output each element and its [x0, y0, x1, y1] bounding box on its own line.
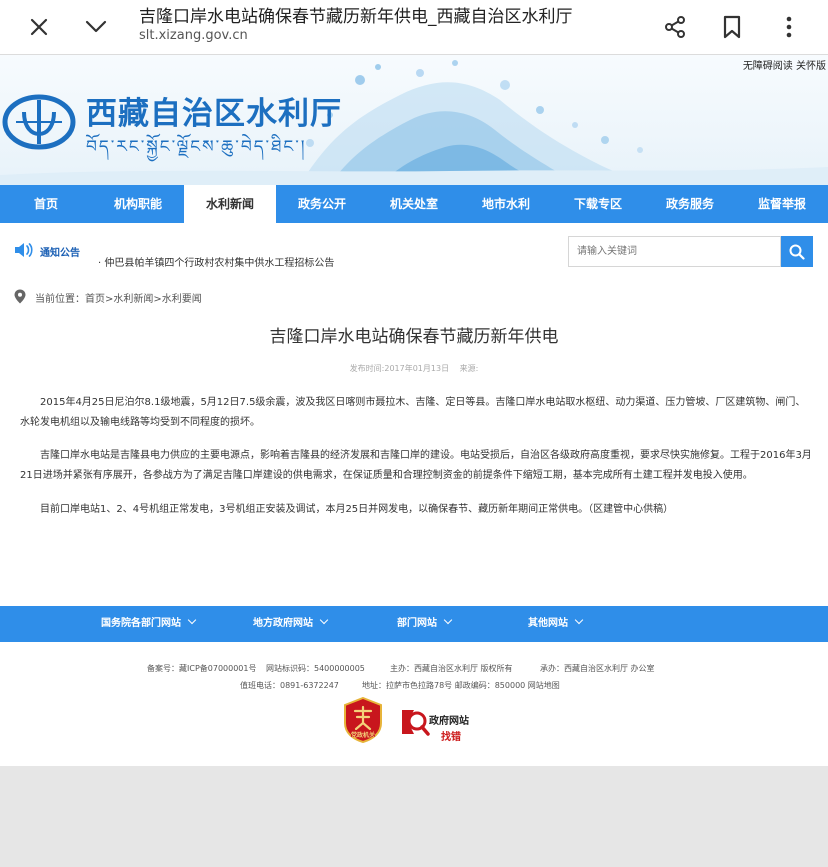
publish-time: 发布时间:2017年01月13日 — [349, 364, 450, 373]
party-gov-badge[interactable]: 党政机关 — [343, 696, 383, 747]
breadcrumb[interactable]: 当前位置：首页>水利新闻>水利要闻 — [35, 290, 202, 305]
nav-item-report[interactable]: 监督举报 — [736, 185, 828, 223]
page-bottom-area — [0, 766, 828, 867]
nav-item-departments[interactable]: 机关处室 — [368, 185, 460, 223]
footer-info: 备案号：藏ICP备07000001号 网站标识码：5400000005 主办：西… — [0, 642, 828, 766]
chevron-down-icon[interactable] — [77, 8, 115, 46]
article-paragraph: 吉隆口岸水电站是吉隆县电力供应的主要电源点，影响着吉隆县的经济发展和吉隆口岸的建… — [20, 450, 812, 481]
chevron-down-icon — [574, 615, 584, 625]
site-banner: 无障碍阅读 关怀版 西藏自治区水利厅 བོད་རང་སྐྱོང་ལྗོངས་ཆུ… — [0, 55, 828, 185]
nav-item-city-water[interactable]: 地市水利 — [460, 185, 552, 223]
article-meta: 发布时间:2017年01月13日 来源: — [0, 363, 828, 374]
search-icon — [789, 244, 805, 260]
chevron-down-icon — [187, 615, 197, 625]
footer-dropdown-label: 其他网站 — [528, 618, 568, 629]
article-title: 吉隆口岸水电站确保春节藏历新年供电 — [269, 327, 559, 347]
duty-phone: 值班电话：0891-6372247 — [240, 681, 339, 690]
nav-item-gov-affairs[interactable]: 政务公开 — [276, 185, 368, 223]
party-badge-label: 党政机关 — [350, 732, 375, 739]
location-pin-icon — [14, 289, 26, 308]
report-error-label[interactable]: 找错 — [441, 728, 461, 743]
page-url[interactable]: slt.xizang.gov.cn — [139, 28, 248, 43]
search-input[interactable] — [569, 237, 780, 266]
article-paragraph: 2015年4月25日尼泊尔8.1级地震，5月12日7.5级余震，波及我区日喀则市… — [20, 397, 806, 428]
main-nav: 首页 机构职能 水利新闻 政务公开 机关处室 地市水利 下载专区 政务服务 监督… — [0, 185, 828, 223]
browser-toolbar: 吉隆口岸水电站确保春节藏历新年供电_西藏自治区水利厅 slt.xizang.go… — [0, 0, 828, 55]
notice-label: 通知公告 — [40, 248, 80, 259]
magnifier-icon — [402, 710, 430, 736]
chevron-down-icon — [443, 615, 453, 625]
share-icon[interactable] — [656, 8, 694, 46]
content-area: 通知公告 · 仲巴县帕羊镇四个行政村农村集中供水工程招标公告 当前位置：首页>水… — [0, 223, 828, 606]
nav-item-functions[interactable]: 机构职能 — [92, 185, 184, 223]
nav-item-news[interactable]: 水利新闻 — [184, 185, 276, 223]
footer-dropdown-label: 国务院各部门网站 — [101, 618, 181, 629]
site-id: 网站标识码：5400000005 — [266, 664, 365, 673]
notice-link[interactable]: · 仲巴县帕羊镇四个行政村农村集中供水工程招标公告 — [98, 254, 334, 269]
report-error-badge[interactable] — [400, 706, 430, 744]
page-title: 吉隆口岸水电站确保春节藏历新年供电_西藏自治区水利厅 — [139, 7, 573, 27]
organizer: 承办：西藏自治区水利厅 办公室 — [540, 664, 655, 673]
footer-dropdown-label: 地方政府网站 — [253, 618, 313, 629]
footer-dropdown-state-council[interactable]: 国务院各部门网站 — [101, 606, 197, 642]
site-title-tibetan: བོད་རང་སྐྱོང་ལྗོངས་ཆུ་བེད་ཐིང་། — [86, 137, 307, 157]
gov-site-label: 政府网站 — [429, 716, 469, 727]
more-vertical-icon[interactable] — [770, 8, 808, 46]
record-number[interactable]: 备案号：藏ICP备07000001号 — [147, 663, 257, 674]
footer-dropdown-departments[interactable]: 部门网站 — [397, 606, 453, 642]
bookmark-icon[interactable] — [713, 8, 751, 46]
sponsor: 主办：西藏自治区水利厅 版权所有 — [390, 664, 513, 673]
nav-item-services[interactable]: 政务服务 — [644, 185, 736, 223]
footer-dropdown-others[interactable]: 其他网站 — [528, 606, 584, 642]
address: 地址：拉萨市色拉路78号 邮政编码：850000 网站地图 — [362, 681, 560, 690]
nav-item-downloads[interactable]: 下载专区 — [552, 185, 644, 223]
speaker-icon — [14, 241, 34, 263]
nav-item-home[interactable]: 首页 — [0, 185, 92, 223]
search-box — [568, 236, 781, 267]
footer-dropdown-local-gov[interactable]: 地方政府网站 — [253, 606, 329, 642]
footer-dropdown-label: 部门网站 — [397, 618, 437, 629]
article-source: 来源: — [459, 364, 479, 373]
article-paragraph: 目前口岸电站1、2、4号机组正常发电，3号机组正安装及调试，本月25日并网发电，… — [40, 504, 674, 515]
search-button[interactable] — [781, 236, 813, 267]
chevron-down-icon — [319, 615, 329, 625]
footer-link-bar: 国务院各部门网站 地方政府网站 部门网站 其他网站 — [0, 606, 828, 642]
close-icon[interactable] — [20, 8, 58, 46]
page-root: 吉隆口岸水电站确保春节藏历新年供电_西藏自治区水利厅 slt.xizang.go… — [0, 0, 828, 867]
accessibility-links[interactable]: 无障碍阅读 关怀版 — [743, 57, 826, 72]
site-logo[interactable] — [2, 92, 76, 156]
